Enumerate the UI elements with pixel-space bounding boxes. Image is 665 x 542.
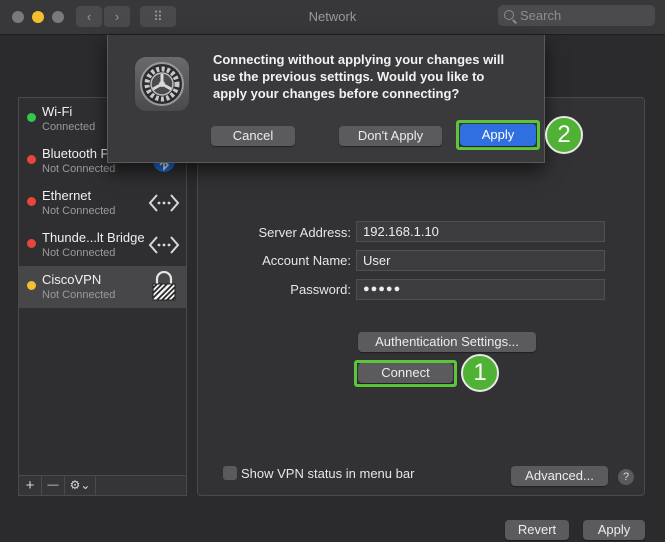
step-marker-1: 1 xyxy=(461,354,499,392)
search-field[interactable]: Search xyxy=(498,5,655,26)
apply-button[interactable]: Apply xyxy=(583,520,645,540)
add-service-button[interactable]: + xyxy=(19,476,42,495)
system-preferences-icon xyxy=(135,57,189,111)
authentication-settings-button[interactable]: Authentication Settings... xyxy=(358,332,536,352)
advanced-button[interactable]: Advanced... xyxy=(511,466,608,486)
service-name: Ethernet xyxy=(42,188,92,203)
service-item-ethernet[interactable]: Ethernet Not Connected xyxy=(19,182,186,224)
revert-button[interactable]: Revert xyxy=(505,520,569,540)
show-vpn-status-checkbox[interactable] xyxy=(223,466,237,480)
password-field[interactable]: ●●●●● xyxy=(356,279,605,300)
show-vpn-status-label: Show VPN status in menu bar xyxy=(241,466,415,481)
server-address-field[interactable]: 192.168.1.10 xyxy=(356,221,605,242)
service-name: Thunde...lt Bridge xyxy=(42,230,145,245)
service-status: Not Connected xyxy=(42,289,116,301)
search-placeholder: Search xyxy=(520,8,562,23)
status-dot xyxy=(27,239,36,248)
step-marker-2: 2 xyxy=(545,116,583,154)
service-list-toolbar: + — ⚙︎⌄ xyxy=(18,476,187,496)
dialog-cancel-button[interactable]: Cancel xyxy=(211,126,295,146)
status-dot xyxy=(27,197,36,206)
service-status: Connected xyxy=(42,121,96,133)
server-address-label: Server Address: xyxy=(258,225,352,240)
dialog-dont-apply-button[interactable]: Don't Apply xyxy=(339,126,442,146)
status-dot xyxy=(27,155,36,164)
service-item-ciscovpn[interactable]: CiscoVPN Not Connected xyxy=(19,266,186,308)
service-status: Not Connected xyxy=(42,247,116,259)
service-name: Wi-Fi xyxy=(42,104,73,119)
status-dot xyxy=(27,113,36,122)
vpn-lock-icon xyxy=(152,271,176,301)
status-dot xyxy=(27,281,36,290)
dialog-apply-button[interactable]: Apply xyxy=(460,124,536,146)
connect-button[interactable]: Connect xyxy=(358,363,453,383)
remove-service-button[interactable]: — xyxy=(42,476,65,495)
service-status: Not Connected xyxy=(42,205,116,217)
title-bar: ‹ › ⠿ Network Search xyxy=(0,0,665,35)
account-name-field[interactable]: User xyxy=(356,250,605,271)
gear-icon xyxy=(140,62,184,106)
service-item-thunderbolt[interactable]: Thunde...lt Bridge Not Connected xyxy=(19,224,186,266)
service-status: Not Connected xyxy=(42,163,116,175)
password-label: Password: xyxy=(290,282,351,297)
search-icon xyxy=(504,10,514,20)
help-button[interactable]: ? xyxy=(618,469,634,485)
account-name-label: Account Name: xyxy=(262,253,351,268)
dialog-message: Connecting without applying your changes… xyxy=(213,52,505,101)
service-action-menu-button[interactable]: ⚙︎⌄ xyxy=(65,476,96,495)
service-name: CiscoVPN xyxy=(42,272,102,287)
ethernet-icon xyxy=(148,194,180,212)
thunderbolt-bridge-icon xyxy=(148,236,180,254)
